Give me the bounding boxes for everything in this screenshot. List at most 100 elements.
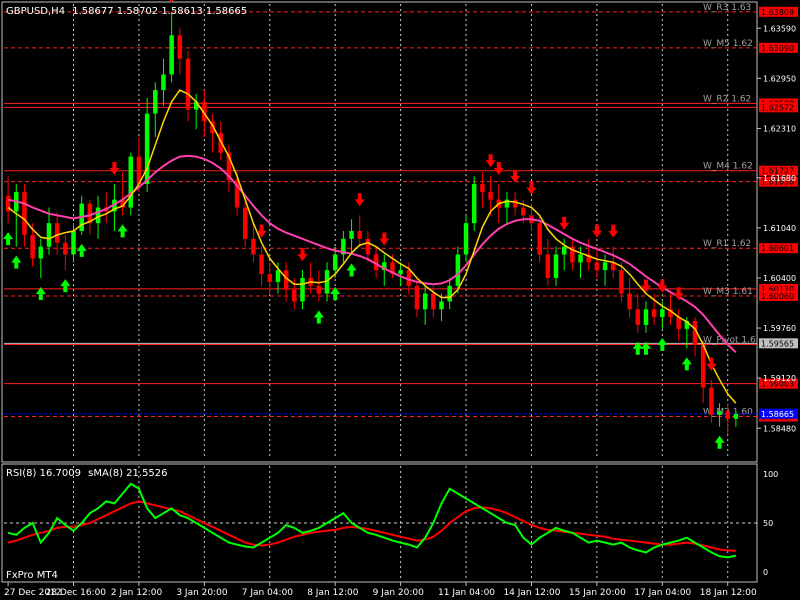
price-tick-label: 1.60400 (763, 274, 796, 283)
time-tick-label: 28 Dec 16:00 (46, 588, 107, 598)
candle-body (725, 411, 730, 419)
candle-body (578, 254, 583, 263)
rsi-tick-label: 50 (763, 519, 773, 528)
time-tick-label: 7 Jan 04:00 (242, 588, 294, 598)
pivot-level-name: W_M4 1.62 (703, 162, 753, 172)
candle-body (185, 58, 191, 110)
bid-price-text: 1.58665 (761, 410, 794, 419)
candle-body (676, 317, 681, 329)
chart-background (0, 0, 800, 600)
price-tick-label: 1.59760 (763, 324, 796, 333)
candle-body (733, 414, 739, 419)
rsi-tick-label: 0 (763, 568, 768, 577)
candle-body (251, 238, 256, 255)
candle-body (439, 301, 444, 310)
ohlc-label: 1.58677 1.58702 1.58613 1.58665 (72, 6, 247, 17)
candle-body (300, 277, 305, 302)
pivot-level-name: W_R3 1.63 (703, 3, 751, 13)
current-price-text: 1.59565 (761, 339, 794, 348)
time-tick-label: 11 Jan 04:00 (438, 588, 495, 598)
candle-body (71, 231, 76, 255)
rsi-ma-label: sMA(8) 21.5526 (88, 468, 167, 479)
candle-body (177, 35, 183, 59)
candle-body (447, 285, 452, 302)
candle-body (512, 199, 518, 208)
rsi-value-label: RSI(8) 16.7009 (6, 468, 81, 479)
candle-body (316, 285, 322, 294)
candle-body (537, 223, 542, 255)
broker-watermark: FxPro MT4 (6, 570, 58, 581)
candle-body (54, 223, 60, 243)
candle-body (275, 270, 281, 282)
candle-body (619, 270, 624, 294)
level-price-tag-text: 1.63090 (761, 44, 794, 53)
candle-body (242, 207, 248, 239)
time-tick-label: 15 Jan 20:00 (569, 588, 626, 598)
candle-body (95, 207, 101, 224)
time-tick-label: 3 Jan 20:00 (176, 588, 228, 598)
candle-body (267, 274, 273, 282)
level-price-tag-text: 1.63809 (761, 8, 794, 17)
level-price-tag-text: 1.62572 (761, 103, 794, 112)
candle-body (521, 207, 526, 216)
price-tick-label: 1.58480 (763, 424, 796, 433)
candle-body (717, 411, 722, 415)
price-tick-label: 1.63590 (763, 24, 796, 33)
chart-root: W_R3 1.63 1.63809 W_M5 1.62 1.63090 W_R2 1.6… (0, 0, 800, 600)
candle-body (153, 90, 158, 114)
candle-body (259, 254, 264, 275)
level-price-tag-text: 1.60601 (761, 244, 794, 253)
candle-body (561, 246, 567, 255)
candle-body (700, 344, 706, 388)
time-tick-label: 9 Jan 20:00 (373, 588, 425, 598)
rsi-tick-label: 100 (763, 470, 778, 479)
candle-body (292, 289, 297, 302)
price-tick-label: 1.59120 (763, 374, 796, 383)
candle-body (398, 270, 403, 275)
candle-body (332, 254, 338, 271)
candle-body (431, 293, 436, 310)
candle-body (553, 254, 559, 278)
symbol-label: GBPUSD,H4 (6, 6, 65, 17)
candle-body (455, 254, 461, 286)
candle-body (488, 191, 493, 200)
pivot-level-name: W_R2 1.62 (703, 94, 751, 104)
candle-body (643, 309, 649, 325)
candle-body (128, 156, 134, 208)
candle-body (463, 223, 469, 255)
candle-body (660, 309, 665, 318)
candle-body (602, 262, 608, 271)
candle-body (709, 387, 714, 415)
pivot-level-name: W_M5 1.62 (703, 39, 753, 49)
time-tick-label: 8 Jan 12:00 (307, 588, 359, 598)
candle-body (480, 184, 485, 192)
candle-body (627, 293, 632, 310)
candle-body (38, 246, 44, 259)
time-tick-label: 14 Jan 12:00 (503, 588, 560, 598)
pivot-level-name: W_Pivot 1.6 (703, 336, 756, 346)
candle-body (414, 285, 420, 310)
candle-body (422, 293, 428, 310)
candle-body (594, 262, 600, 271)
pivot-level-name: W_M3 1.61 (703, 287, 753, 297)
candle-body (635, 309, 641, 325)
candle-body (161, 74, 166, 91)
level-price-tag-text: 1.60060 (761, 292, 794, 301)
time-tick-label: 2 Jan 12:00 (111, 588, 163, 598)
candle-body (30, 234, 35, 259)
candle-body (365, 238, 371, 255)
candle-body (651, 309, 657, 318)
price-tick-label: 1.61040 (763, 224, 796, 233)
candle-body (545, 254, 551, 278)
price-tick-label: 1.62310 (763, 124, 796, 133)
candle-body (169, 35, 174, 75)
pivot-level-name: W_R1 1.62 (703, 239, 751, 249)
candle-body (144, 113, 150, 185)
candle-body (357, 231, 362, 239)
time-tick-label: 17 Jan 04:00 (634, 588, 691, 598)
candle-body (471, 184, 477, 224)
candle-body (63, 242, 68, 255)
candle-body (349, 231, 354, 239)
price-tick-label: 1.62950 (763, 74, 796, 83)
price-tick-label: 1.61680 (763, 174, 796, 183)
